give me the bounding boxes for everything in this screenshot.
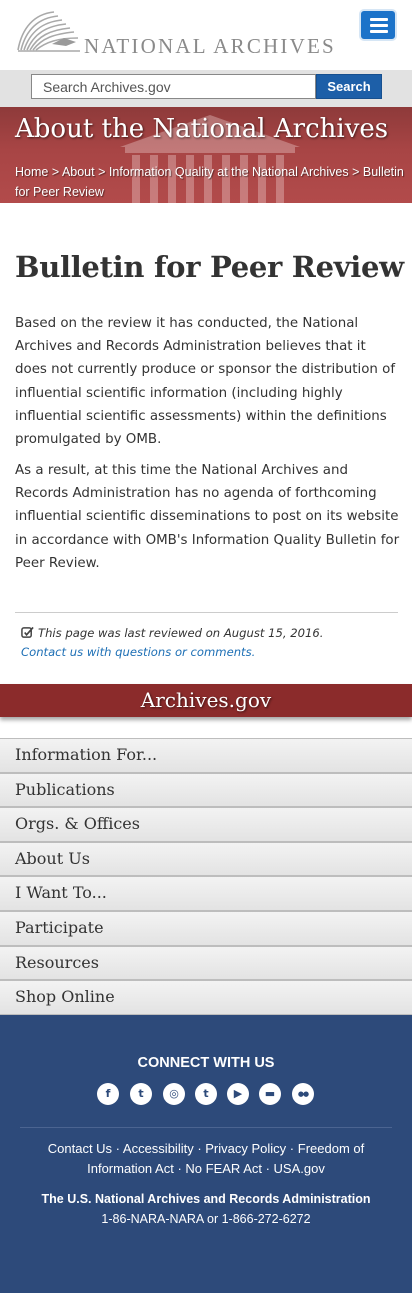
twitter-icon[interactable]: t [130,1083,152,1105]
footer-nav-publications[interactable]: Publications [0,772,412,808]
breadcrumb-info-quality[interactable]: Information Quality at the National Arch… [109,165,349,179]
last-reviewed-line: This page was last reviewed on August 15… [21,626,398,640]
footer-org-name: The U.S. National Archives and Records A… [41,1192,371,1206]
footer-link-separator: · [261,1161,274,1176]
body-paragraph: Based on the review it has conducted, th… [15,316,396,448]
footer-link-no-fear[interactable]: No FEAR Act [185,1161,262,1176]
connect-heading: CONNECT WITH US [137,1055,275,1071]
footer-nav-orgs-offices[interactable]: Orgs. & Offices [0,807,412,842]
footer-nav-i-want-to[interactable]: I Want To... [0,876,412,911]
breadcrumb: Home > About > Information Quality at th… [15,162,405,202]
social-links: f t ◎ t ▶ ▬ ●● [97,1083,317,1105]
archives-gov-bar: Archives.gov [0,684,412,717]
footer-link-separator: · [193,1141,206,1156]
facebook-icon[interactable]: f [97,1083,119,1105]
hamburger-icon-bar [370,24,388,27]
blog-icon[interactable]: ▬ [259,1083,281,1105]
footer-nav-about-us[interactable]: About Us [0,841,412,877]
eagle-logo-icon [17,11,80,52]
breadcrumb-about[interactable]: About [62,165,95,179]
breadcrumb-separator: > [51,165,60,179]
footer-link-separator: · [173,1161,186,1176]
footer-link-privacy[interactable]: Privacy Policy [205,1141,286,1156]
breadcrumb-separator: > [352,165,360,179]
page-title: Bulletin for Peer Review [15,250,404,284]
instagram-icon[interactable]: ◎ [163,1083,185,1105]
search-input[interactable] [31,74,316,99]
footer-phone: 1-86-NARA-NARA or 1-866-272-6272 [101,1212,311,1226]
breadcrumb-home[interactable]: Home [15,165,48,179]
menu-button[interactable] [359,9,397,41]
contact-us-link[interactable]: Contact us with questions or comments. [21,645,398,659]
footer-link-contact[interactable]: Contact Us [48,1141,112,1156]
footer-nav-shop-online[interactable]: Shop Online [0,980,412,1015]
footer-nav-participate[interactable]: Participate [0,910,412,946]
search-bar: Search [0,70,412,107]
page-banner: About the National Archives Home > About… [0,107,412,203]
hamburger-icon [370,18,388,21]
footer-nav-list: Information For... Publications Orgs. & … [0,738,412,1015]
footer-divider [20,1127,392,1128]
national-archives-logo[interactable]: NATIONAL ARCHIVES [14,8,334,58]
search-button[interactable]: Search [316,74,382,99]
last-reviewed-text: This page was last reviewed on August 15… [38,626,324,640]
breadcrumb-separator: > [98,165,106,179]
footer-link-separator: · [286,1141,298,1156]
site-footer: CONNECT WITH US f t ◎ t ▶ ▬ ●● Contact U… [0,1015,412,1293]
archives-gov-link[interactable]: Archives.gov [141,688,271,712]
tumblr-icon[interactable]: t [195,1083,217,1105]
youtube-icon[interactable]: ▶ [227,1083,249,1105]
footer-links: Contact Us · Accessibility · Privacy Pol… [30,1139,382,1179]
footer-nav-information-for[interactable]: Information For... [0,738,412,773]
banner-title: About the National Archives [15,114,389,144]
hamburger-icon-bar [370,30,388,33]
body-paragraph: As a result, at this time the National A… [15,463,400,571]
flickr-icon[interactable]: ●● [292,1083,314,1105]
site-header: NATIONAL ARCHIVES [0,0,412,70]
footer-nav-resources[interactable]: Resources [0,945,412,981]
logo-wordmark: NATIONAL ARCHIVES [84,34,336,58]
checkbox-edit-icon [21,626,34,638]
footer-link-usagov[interactable]: USA.gov [274,1161,325,1176]
footer-link-accessibility[interactable]: Accessibility [123,1141,194,1156]
footer-link-separator: · [112,1141,123,1156]
page-review-info: This page was last reviewed on August 15… [15,612,398,659]
